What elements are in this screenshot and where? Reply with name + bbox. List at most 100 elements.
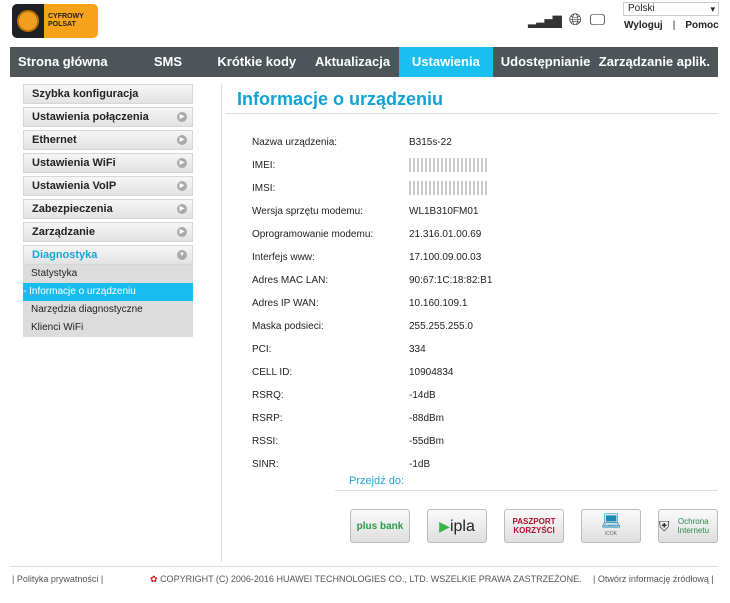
chevron-down-icon: ▼	[177, 250, 187, 260]
table-row: IMEI:	[252, 158, 489, 174]
sidebar-item-security[interactable]: Zabezpieczenia ▶	[23, 199, 193, 219]
button-label: PASZPORT KORZYŚCI	[512, 517, 556, 535]
table-row: CELL ID: 10904834	[252, 367, 454, 381]
tab-short-codes[interactable]: Krótkie kody	[207, 47, 306, 77]
button-label: ipla	[449, 517, 475, 535]
internet-protection-button[interactable]: ⛨ Ochrona Internetu	[658, 509, 718, 543]
tab-update[interactable]: Aktualizacja	[306, 47, 399, 77]
row-value: -55dBm	[409, 436, 445, 447]
sidebar-sub-statistics[interactable]: Statystyka	[23, 265, 193, 283]
table-row: Maska podsieci: 255.255.255.0	[252, 321, 473, 335]
sidebar-item-label: Zabezpieczenia	[32, 203, 113, 215]
chevron-right-icon: ▶	[177, 204, 187, 214]
sidebar-sub-device-info[interactable]: - Informacje o urządzeniu	[23, 283, 193, 301]
button-label: plus bank	[356, 520, 404, 532]
logo-text: POLSAT	[48, 21, 76, 28]
sidebar-sub-wifi-clients[interactable]: Klienci WiFi	[23, 319, 193, 337]
row-value: B315s-22	[409, 137, 452, 148]
table-row: PCI: 334	[252, 344, 426, 358]
sidebar-item-label: Szybka konfiguracja	[32, 88, 139, 100]
row-label: Adres IP WAN:	[252, 298, 319, 309]
table-row: RSSI: -55dBm	[252, 436, 444, 450]
row-label: RSRP:	[252, 413, 283, 424]
sidebar-item-label: Ethernet	[32, 134, 77, 146]
chevron-right-icon: ▶	[177, 112, 187, 122]
table-row: IMSI:	[252, 181, 489, 197]
row-value: WL1B310FM01	[409, 206, 479, 217]
sidebar-item-management[interactable]: Zarządzanie ▶	[23, 222, 193, 242]
sidebar-item-voip[interactable]: Ustawienia VoIP ▶	[23, 176, 193, 196]
table-row: Adres MAC LAN: 90:67:1C:18:82:B1	[252, 275, 492, 289]
table-row: RSRQ: -14dB	[252, 390, 436, 404]
sidebar-sub-diagnostic-tools[interactable]: Narzędzia diagnostyczne	[23, 301, 193, 319]
language-select[interactable]: Polski	[623, 2, 719, 16]
row-label: CELL ID:	[252, 367, 293, 378]
sidebar-item-ethernet[interactable]: Ethernet ▶	[23, 130, 193, 150]
status-icons: ▂▃▅▇ 🌐︎ 🖵︎	[528, 12, 605, 30]
table-row: Nazwa urządzenia: B315s-22	[252, 137, 452, 151]
row-label: RSSI:	[252, 436, 279, 447]
tab-settings[interactable]: Ustawienia	[398, 47, 493, 77]
tab-sharing[interactable]: Udostępnianie	[493, 47, 591, 77]
goto-label: Przejdź do:	[349, 475, 405, 487]
open-source-link-text[interactable]: Otwórz informację źródłową	[598, 574, 709, 584]
row-value: -88dBm	[409, 413, 445, 424]
privacy-link-text[interactable]: Polityka prywatności	[17, 574, 99, 584]
signal-icon: ▂▃▅▇	[528, 14, 562, 28]
table-row: SINR: -1dB	[252, 459, 430, 473]
logo-text: CYFROWY	[48, 13, 84, 20]
row-value: 255.255.255.0	[409, 321, 473, 332]
row-value: 90:67:1C:18:82:B1	[409, 275, 493, 286]
sidebar-item-diagnostics[interactable]: Diagnostyka ▼	[23, 245, 193, 265]
logout-link[interactable]: Wyloguj	[624, 20, 663, 31]
copyright-text: COPYRIGHT (C) 2006-2016 HUAWEI TECHNOLOG…	[160, 574, 582, 584]
row-label: Nazwa urządzenia:	[252, 137, 338, 148]
row-value: 17.100.09.00.03	[409, 252, 482, 263]
sidebar-item-label: Diagnostyka	[32, 249, 98, 261]
plus-bank-button[interactable]: plus bank	[350, 509, 410, 543]
button-label: iCOK	[605, 530, 617, 537]
huawei-logo-icon: ✿	[150, 574, 158, 584]
ipla-button[interactable]: ▶ ipla	[427, 509, 487, 543]
shield-icon: ⛨	[659, 517, 670, 534]
table-row: Oprogramowanie modemu: 21.316.01.00.69	[252, 229, 481, 243]
row-label: Interfejs www:	[252, 252, 315, 263]
table-row: Interfejs www: 17.100.09.00.03	[252, 252, 481, 266]
laptop-icon: 💻︎	[600, 512, 622, 530]
row-value: 10904834	[409, 367, 454, 378]
row-value: 10.160.109.1	[409, 298, 468, 309]
table-row: Adres IP WAN: 10.160.109.1	[252, 298, 467, 312]
chevron-right-icon: ▶	[177, 158, 187, 168]
sidebar-item-wifi[interactable]: Ustawienia WiFi ▶	[23, 153, 193, 173]
row-value: 21.316.01.00.69	[409, 229, 482, 240]
sidebar-item-connection[interactable]: Ustawienia połączenia ▶	[23, 107, 193, 127]
row-label: IMEI:	[252, 160, 276, 171]
row-value: -14dB	[409, 390, 436, 401]
row-label: Wersja sprzętu modemu:	[252, 206, 363, 217]
sidebar-item-label: Zarządzanie	[32, 226, 95, 238]
redacted-value	[409, 158, 489, 172]
row-label: SINR:	[252, 459, 279, 470]
play-icon: ▶	[439, 517, 450, 534]
copyright: ✿ COPYRIGHT (C) 2006-2016 HUAWEI TECHNOL…	[150, 574, 582, 585]
sidebar-item-quick-setup[interactable]: Szybka konfiguracja	[23, 84, 193, 104]
passport-button[interactable]: PASZPORT KORZYŚCI	[504, 509, 564, 543]
tab-home[interactable]: Strona główna	[10, 47, 128, 77]
icok-button[interactable]: 💻︎ iCOK	[581, 509, 641, 543]
row-label: Maska podsieci:	[252, 321, 324, 332]
tab-app-management[interactable]: Zarządzanie aplik.	[591, 47, 718, 77]
sidebar-item-label: Ustawienia połączenia	[32, 111, 149, 123]
divider	[10, 566, 718, 567]
privacy-link[interactable]: | Polityka prywatności |	[12, 574, 103, 584]
globe-icon: 🌐︎	[568, 12, 582, 29]
chevron-right-icon: ▶	[177, 135, 187, 145]
separator: |	[672, 20, 676, 31]
main-nav: Strona główna SMS Krótkie kody Aktualiza…	[10, 47, 718, 77]
tab-sms[interactable]: SMS	[128, 47, 207, 77]
sidebar: Szybka konfiguracja Ustawienia połączeni…	[23, 84, 193, 337]
open-source-link[interactable]: | Otwórz informację źródłową |	[593, 574, 714, 584]
help-link[interactable]: Pomoc	[685, 20, 718, 31]
redacted-value	[409, 181, 489, 195]
row-value	[409, 181, 489, 198]
divider	[225, 113, 718, 114]
